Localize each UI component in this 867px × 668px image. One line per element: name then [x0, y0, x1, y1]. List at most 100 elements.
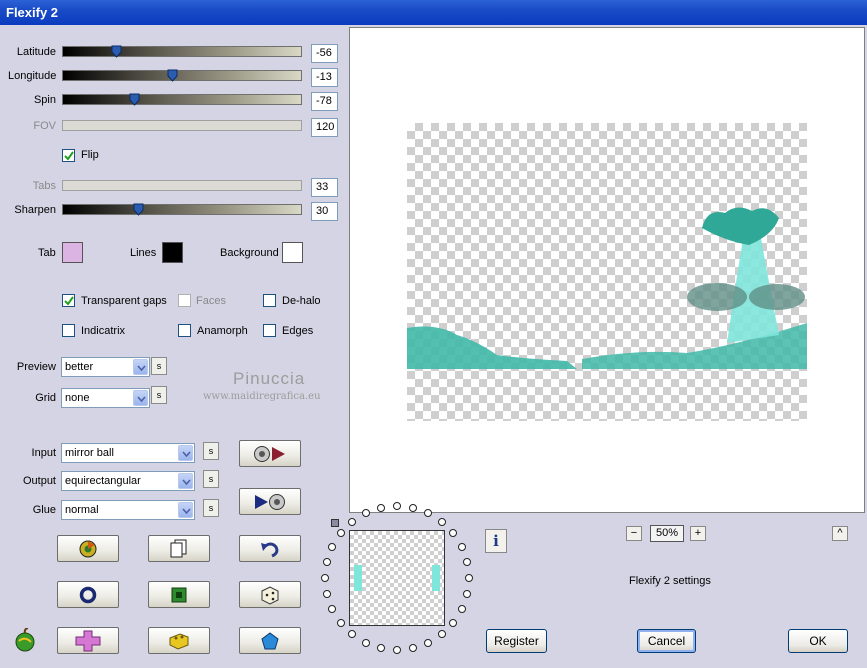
navigator-dot[interactable]: [438, 630, 446, 638]
copy-button[interactable]: [148, 535, 210, 562]
apple-logo-icon: [12, 627, 38, 655]
ok-button[interactable]: OK: [788, 629, 848, 653]
input-s-button[interactable]: s: [203, 442, 219, 460]
navigator-dot[interactable]: [323, 590, 331, 598]
glue-select-value: normal: [65, 504, 99, 516]
color-wheel-icon: [79, 540, 97, 557]
de-halo-label: De-halo: [282, 295, 321, 307]
navigator-dot[interactable]: [409, 504, 417, 512]
glue-select[interactable]: normal: [61, 500, 195, 520]
navigator-dot[interactable]: [449, 529, 457, 537]
navigator-dot[interactable]: [458, 543, 466, 551]
navigator-dot[interactable]: [393, 646, 401, 654]
anamorph-checkbox[interactable]: [178, 324, 191, 337]
output-s-button[interactable]: s: [203, 470, 219, 488]
grid-select[interactable]: none: [61, 388, 150, 408]
navigator-dot[interactable]: [362, 509, 370, 517]
tab-color-swatch[interactable]: [62, 242, 83, 263]
input-select[interactable]: mirror ball: [61, 443, 195, 463]
latitude-value[interactable]: -56: [311, 44, 338, 63]
slider-thumb[interactable]: [129, 93, 140, 106]
preview-pane[interactable]: [349, 27, 865, 513]
navigator-dot[interactable]: [463, 590, 471, 598]
navigator-dot[interactable]: [377, 504, 385, 512]
chevron-down-icon[interactable]: [178, 445, 193, 461]
sharpen-value[interactable]: 30: [311, 202, 338, 221]
collapse-button[interactable]: ^: [832, 526, 848, 541]
navigator-dot[interactable]: [458, 605, 466, 613]
preview-select-value: better: [65, 361, 94, 373]
glue-s-button[interactable]: s: [203, 499, 219, 517]
fov-value[interactable]: 120: [311, 118, 338, 137]
chevron-down-icon[interactable]: [178, 473, 193, 489]
edges-checkbox[interactable]: [263, 324, 276, 337]
navigator-dot[interactable]: [424, 509, 432, 517]
navigator-dot[interactable]: [377, 644, 385, 652]
pentagon-button[interactable]: [239, 627, 301, 654]
navigator-thumbnail[interactable]: [349, 530, 445, 626]
flip-checkbox[interactable]: [62, 149, 75, 162]
navigator-dot[interactable]: [409, 644, 417, 652]
randomize-colors-button[interactable]: [57, 535, 119, 562]
grid-s-button[interactable]: s: [151, 386, 167, 404]
copy-icon: [170, 539, 187, 557]
latitude-slider[interactable]: [62, 45, 302, 58]
navigator-dot[interactable]: [337, 619, 345, 627]
chevron-down-icon[interactable]: [133, 359, 148, 375]
navigator-dot[interactable]: [323, 558, 331, 566]
zoom-value: 50%: [650, 525, 684, 542]
navigator-dot[interactable]: [328, 543, 336, 551]
navigator-dot[interactable]: [328, 605, 336, 613]
flip-label: Flip: [81, 149, 99, 161]
longitude-slider[interactable]: [62, 69, 302, 82]
navigator-dot[interactable]: [393, 502, 401, 510]
spin-value[interactable]: -78: [311, 92, 338, 111]
chevron-down-icon[interactable]: [178, 502, 193, 518]
transparent-gaps-checkbox[interactable]: [62, 294, 75, 307]
play-to-sphere-icon: [255, 493, 285, 510]
zoom-in-button[interactable]: +: [690, 526, 706, 541]
tabs-value[interactable]: 33: [311, 178, 338, 197]
undo-button[interactable]: [239, 535, 301, 562]
edges-label: Edges: [282, 325, 314, 337]
navigator-dot[interactable]: [321, 574, 329, 582]
preview-s-button[interactable]: s: [151, 357, 167, 375]
zoom-out-button[interactable]: −: [626, 526, 642, 541]
cancel-button[interactable]: Cancel: [637, 629, 696, 653]
indicatrix-checkbox[interactable]: [62, 324, 75, 337]
sharpen-label: Sharpen: [14, 204, 56, 216]
longitude-value[interactable]: -13: [311, 68, 338, 87]
box-button[interactable]: [148, 627, 210, 654]
info-button[interactable]: i: [485, 529, 507, 553]
lines-color-swatch[interactable]: [162, 242, 183, 263]
faces-label: Faces: [196, 295, 226, 307]
navigator-dot[interactable]: [362, 639, 370, 647]
dice-button[interactable]: [239, 581, 301, 608]
slider-thumb[interactable]: [111, 45, 122, 58]
register-button[interactable]: Register: [486, 629, 547, 653]
play-to-sphere-button[interactable]: [239, 488, 301, 515]
spin-slider[interactable]: [62, 93, 302, 106]
chevron-down-icon[interactable]: [133, 390, 148, 406]
background-color-swatch[interactable]: [282, 242, 303, 263]
navigator-dot[interactable]: [438, 518, 446, 526]
preview-select[interactable]: better: [61, 357, 150, 377]
sharpen-slider[interactable]: [62, 203, 302, 216]
navigator-dot[interactable]: [348, 518, 356, 526]
output-select[interactable]: equirectangular: [61, 471, 195, 491]
checkmark-icon: [64, 296, 74, 306]
navigator-dot[interactable]: [463, 558, 471, 566]
navigator-dot[interactable]: [465, 574, 473, 582]
square-button[interactable]: [148, 581, 210, 608]
navigator-dot[interactable]: [348, 630, 356, 638]
slider-thumb[interactable]: [133, 203, 144, 216]
de-halo-checkbox[interactable]: [263, 294, 276, 307]
navigator-dot[interactable]: [424, 639, 432, 647]
navigator-dot[interactable]: [449, 619, 457, 627]
navigator-handle[interactable]: [331, 519, 339, 527]
ring-button[interactable]: [57, 581, 119, 608]
slider-thumb[interactable]: [167, 69, 178, 82]
sphere-to-play-button[interactable]: [239, 440, 301, 467]
cross-button[interactable]: [57, 627, 119, 654]
navigator-dot[interactable]: [337, 529, 345, 537]
